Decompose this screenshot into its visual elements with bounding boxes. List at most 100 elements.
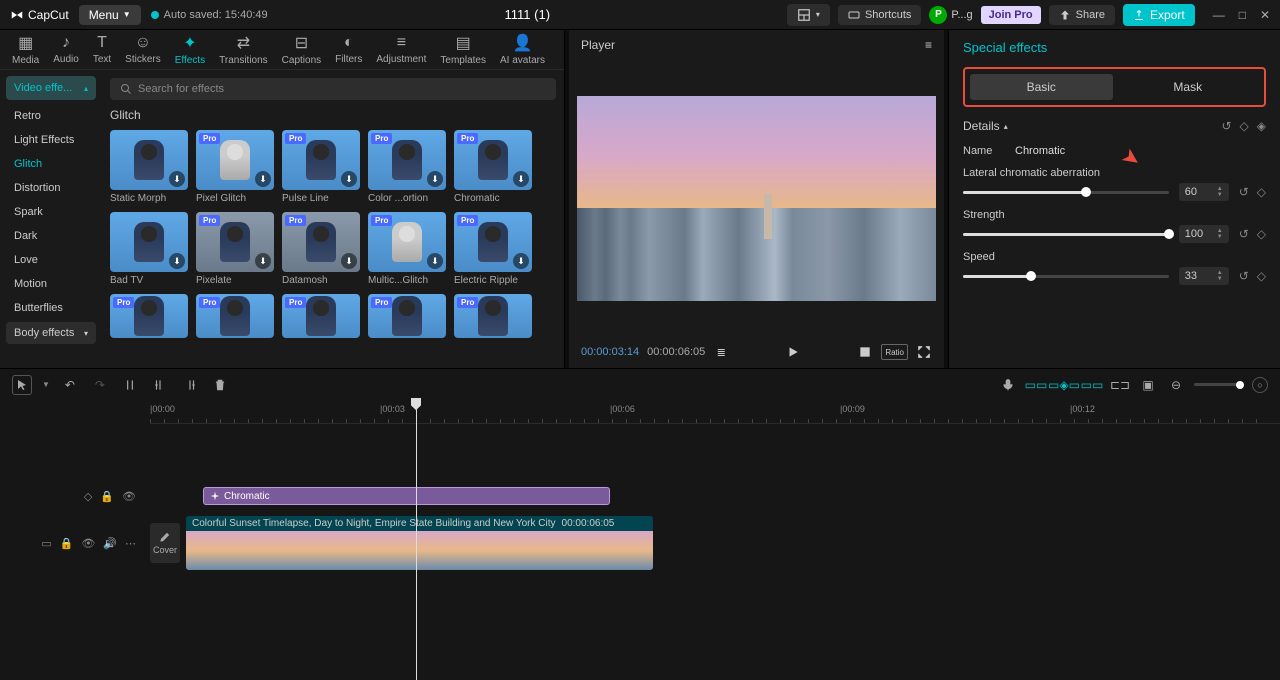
sidebar-item-dark[interactable]: Dark: [6, 224, 96, 248]
download-icon[interactable]: ⬇: [513, 171, 529, 187]
player-menu-icon[interactable]: ≡: [925, 38, 932, 52]
nav-tab-effects[interactable]: ✦Effects: [169, 31, 211, 68]
nav-tab-transitions[interactable]: ⇄Transitions: [213, 31, 274, 68]
reset-strength[interactable]: ↺: [1239, 227, 1249, 241]
nav-tab-filters[interactable]: ◐Filters: [329, 32, 368, 67]
effect-multic-glitch[interactable]: Pro⬇Multic...Glitch: [368, 212, 446, 286]
select-tool[interactable]: [12, 375, 32, 395]
video-clip[interactable]: Colorful Sunset Timelapse, Day to Night,…: [186, 516, 653, 570]
nav-tab-ai-avatars[interactable]: 👤AI avatars: [494, 31, 551, 68]
effect-electric-ripple[interactable]: Pro⬇Electric Ripple: [454, 212, 532, 286]
reset-icon[interactable]: ↺: [1221, 119, 1231, 133]
slider-speed[interactable]: [963, 275, 1169, 278]
sidebar-item-glitch[interactable]: Glitch: [6, 152, 96, 176]
track-lock2-icon[interactable]: 🔒: [60, 537, 74, 550]
project-title[interactable]: 1111 (1): [278, 7, 777, 22]
effect-datamosh[interactable]: Pro⬇Datamosh: [282, 212, 360, 286]
maximize-button[interactable]: □: [1239, 8, 1246, 22]
sidebar-item-butterflies[interactable]: Butterflies: [6, 296, 96, 320]
download-icon[interactable]: ⬇: [341, 171, 357, 187]
effect-pixel-glitch[interactable]: Pro⬇Pixel Glitch: [196, 130, 274, 204]
effect-partial-1[interactable]: Pro: [196, 294, 274, 338]
split-tool[interactable]: [120, 375, 140, 395]
magnet-toggle[interactable]: ▭▭: [1026, 375, 1046, 395]
input-lateral[interactable]: 60▲▼: [1179, 183, 1229, 201]
sidebar-item-spark[interactable]: Spark: [6, 200, 96, 224]
track-vis2-icon[interactable]: 👁: [81, 537, 95, 550]
ratio-button[interactable]: Ratio: [881, 344, 908, 360]
preview-area[interactable]: [569, 60, 944, 336]
sidebar-item-light-effects[interactable]: Light Effects: [6, 128, 96, 152]
effect-partial-2[interactable]: Pro: [282, 294, 360, 338]
track-mute-icon[interactable]: ◇: [84, 490, 92, 503]
effect-bad-tv[interactable]: ⬇Bad TV: [110, 212, 188, 286]
download-icon[interactable]: ⬇: [255, 253, 271, 269]
track-visible-icon[interactable]: 👁: [122, 490, 136, 503]
effect-color-ortion[interactable]: Pro⬇Color ...ortion: [368, 130, 446, 204]
share-button[interactable]: Share: [1049, 5, 1115, 25]
sidebar-item-retro[interactable]: Retro: [6, 104, 96, 128]
kf-lateral[interactable]: ◇: [1257, 185, 1266, 199]
join-pro-button[interactable]: Join Pro: [981, 6, 1041, 24]
effect-partial-3[interactable]: Pro: [368, 294, 446, 338]
effect-static-morph[interactable]: ⬇Static Morph: [110, 130, 188, 204]
nav-tab-stickers[interactable]: ☺Stickers: [119, 32, 167, 67]
nav-tab-adjustment[interactable]: ≡Adjustment: [370, 32, 432, 67]
nav-tab-media[interactable]: ▦Media: [6, 31, 45, 68]
effect-chromatic[interactable]: Pro⬇Chromatic: [454, 130, 532, 204]
sidebar-item-motion[interactable]: Motion: [6, 272, 96, 296]
input-strength[interactable]: 100▲▼: [1179, 225, 1229, 243]
download-icon[interactable]: ⬇: [169, 253, 185, 269]
track-lock-icon[interactable]: 🔒: [100, 490, 114, 503]
mic-button[interactable]: [998, 375, 1018, 395]
shortcuts-button[interactable]: Shortcuts: [838, 5, 921, 25]
split-left-tool[interactable]: [150, 375, 170, 395]
delete-tool[interactable]: [210, 375, 230, 395]
sidebar-item-love[interactable]: Love: [6, 248, 96, 272]
sidebar-item-distortion[interactable]: Distortion: [6, 176, 96, 200]
playhead-line[interactable]: [416, 400, 417, 680]
layout-button[interactable]: ▾: [787, 4, 830, 26]
download-icon[interactable]: ⬇: [169, 171, 185, 187]
effect-partial-0[interactable]: Pro: [110, 294, 188, 338]
link-toggle[interactable]: ▭◈▭: [1054, 375, 1074, 395]
download-icon[interactable]: ⬇: [513, 253, 529, 269]
zoom-fit[interactable]: ○: [1252, 377, 1268, 393]
tab-basic[interactable]: Basic: [970, 74, 1113, 100]
download-icon[interactable]: ⬇: [341, 253, 357, 269]
input-speed[interactable]: 33▲▼: [1179, 267, 1229, 285]
scale-icon[interactable]: [857, 344, 873, 360]
kf-strength[interactable]: ◇: [1257, 227, 1266, 241]
search-input[interactable]: Search for effects: [110, 78, 556, 100]
download-icon[interactable]: ⬇: [427, 171, 443, 187]
download-icon[interactable]: ⬇: [255, 171, 271, 187]
reset-speed[interactable]: ↺: [1239, 269, 1249, 283]
slider-lateral[interactable]: [963, 191, 1169, 194]
play-button[interactable]: [785, 344, 801, 360]
crop-tool[interactable]: ▣: [1138, 375, 1158, 395]
nav-tab-audio[interactable]: ♪Audio: [47, 32, 85, 67]
user-chip[interactable]: PP...g: [929, 6, 972, 24]
track-audio-icon[interactable]: 🔊: [103, 537, 117, 550]
cover-button[interactable]: Cover: [150, 523, 180, 563]
track-more-icon[interactable]: ⋯: [125, 537, 136, 550]
kf-speed[interactable]: ◇: [1257, 269, 1266, 283]
split-right-tool[interactable]: [180, 375, 200, 395]
effect-pixelate[interactable]: Pro⬇Pixelate: [196, 212, 274, 286]
list-view-icon[interactable]: ≣: [713, 344, 729, 360]
undo-button[interactable]: ↶: [60, 375, 80, 395]
details-toggle[interactable]: Details▴: [963, 119, 1008, 133]
keyframe-icon[interactable]: ◇: [1240, 119, 1249, 133]
effect-pulse-line[interactable]: Pro⬇Pulse Line: [282, 130, 360, 204]
keyframe-add-icon[interactable]: ◈: [1257, 119, 1266, 133]
close-button[interactable]: ✕: [1260, 8, 1270, 22]
reset-lateral[interactable]: ↺: [1239, 185, 1249, 199]
export-button[interactable]: Export: [1123, 4, 1195, 26]
fullscreen-button[interactable]: [916, 344, 932, 360]
track-type-icon[interactable]: ▭: [41, 537, 51, 550]
time-ruler[interactable]: |00:00|00:03|00:06|00:09|00:12: [150, 400, 1280, 424]
tab-mask[interactable]: Mask: [1117, 74, 1260, 100]
zoom-out[interactable]: ⊖: [1166, 375, 1186, 395]
sidebar-header-video-effects[interactable]: Video effe...▴: [6, 76, 96, 100]
effect-clip[interactable]: Chromatic: [203, 487, 610, 505]
